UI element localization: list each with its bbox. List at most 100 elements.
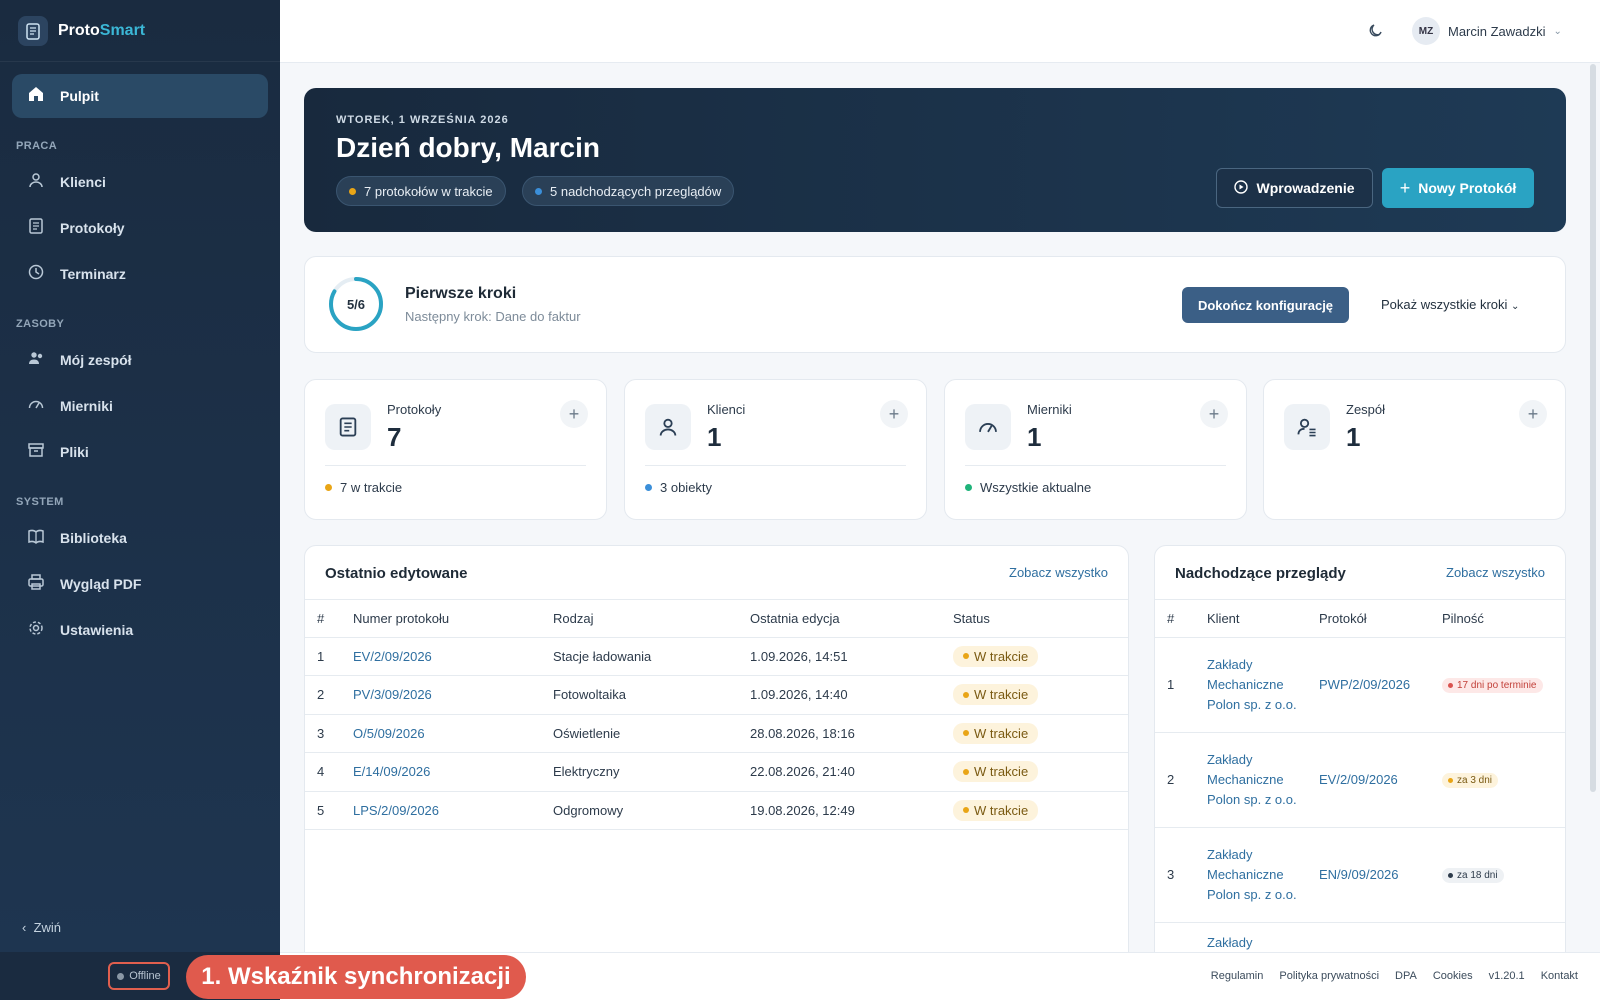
last-edit: 1.09.2026, 14:40 [738, 675, 941, 715]
footer-link-regulamin[interactable]: Regulamin [1211, 970, 1264, 982]
sidebar-item-label: Wygląd PDF [60, 576, 142, 592]
footer-link-cookies[interactable]: Cookies [1433, 970, 1473, 982]
table-row[interactable]: 4 E/14/09/2026 Elektryczny 22.08.2026, 2… [305, 752, 1128, 792]
first-steps-card: 5/6 Pierwsze kroki Następny krok: Dane d… [304, 256, 1566, 353]
see-all-link[interactable]: Zobacz wszystko [1446, 565, 1545, 580]
add-protocol-button[interactable]: + [560, 400, 588, 428]
table-row[interactable]: 5 LPS/2/09/2026 Odgromowy 19.08.2026, 12… [305, 791, 1128, 830]
stat-value: 1 [1346, 422, 1361, 452]
status-dot [963, 730, 969, 737]
column-header[interactable]: Protokół [1307, 600, 1430, 638]
column-header[interactable]: # [1155, 600, 1195, 638]
sidebar-item-klienci[interactable]: Klienci [12, 160, 268, 204]
table-row[interactable]: 3 Zakłady Mechaniczne Polon sp. z o.o. E… [1155, 827, 1565, 923]
column-header[interactable]: Numer protokołu [341, 600, 541, 638]
intro-button[interactable]: Wprowadzenie [1216, 168, 1373, 208]
last-edit: 22.08.2026, 21:40 [738, 752, 941, 792]
see-all-link[interactable]: Zobacz wszystko [1009, 565, 1108, 580]
add-team-member-button[interactable]: + [1519, 400, 1547, 428]
protocol-link[interactable]: EV/2/09/2026 [353, 649, 432, 664]
stat-label: Zespół [1346, 402, 1386, 417]
finish-setup-button[interactable]: Dokończ konfigurację [1182, 287, 1349, 323]
sidebar-item-pliki[interactable]: Pliki [12, 430, 268, 474]
play-circle-icon [1234, 179, 1249, 197]
team-list-icon [1284, 404, 1330, 450]
home-icon [26, 85, 46, 108]
table-row[interactable]: 2 Zakłady Mechaniczne Polon sp. z o.o. E… [1155, 732, 1565, 828]
table-row[interactable]: 1 Zakłady Mechaniczne Polon sp. z o.o. P… [1155, 637, 1565, 733]
protocol-link[interactable]: EV/2/09/2026 [1319, 772, 1398, 787]
sidebar-item-biblioteka[interactable]: Biblioteka [12, 516, 268, 560]
protocol-link[interactable]: O/5/09/2026 [353, 726, 425, 741]
nav-section-praca: PRACA [16, 140, 58, 152]
column-header[interactable]: Ostatnia edycja [738, 600, 941, 638]
protocol-link[interactable]: EN/9/09/2026 [1319, 867, 1399, 882]
show-all-steps-toggle[interactable]: Pokaż wszystkie kroki ⌄ [1381, 297, 1519, 312]
user-menu[interactable]: MZ Marcin Zawadzki ⌄ [1412, 17, 1562, 45]
column-header[interactable]: Rodzaj [541, 600, 738, 638]
protocol-link[interactable]: PV/3/09/2026 [353, 687, 432, 702]
table-row[interactable]: 1 EV/2/09/2026 Stacje ładowania 1.09.202… [305, 637, 1128, 676]
sidebar-item-pulpit[interactable]: Pulpit [12, 74, 268, 118]
table-row[interactable]: 2 PV/3/09/2026 Fotowoltaika 1.09.2026, 1… [305, 675, 1128, 715]
row-number: 3 [1155, 827, 1195, 923]
column-header[interactable]: Status [941, 600, 1128, 638]
protocol-link[interactable]: PWP/2/09/2026 [1319, 677, 1410, 692]
sidebar-item-ustawienia[interactable]: Ustawienia [12, 608, 268, 652]
status-badge: W trakcie [953, 799, 1039, 821]
status-dot [963, 807, 969, 814]
footer-link-contact[interactable]: Kontakt [1541, 970, 1578, 982]
recent-table: # Numer protokołu Rodzaj Ostatnia edycja… [305, 600, 1128, 830]
sidebar-item-wyglad-pdf[interactable]: Wygląd PDF [12, 562, 268, 606]
chip-in-progress[interactable]: 7 protokołów w trakcie [336, 176, 506, 206]
upcoming-table: # Klient Protokół Pilność 1 Zakłady Mech… [1155, 600, 1565, 964]
urgency-badge: za 18 dni [1442, 868, 1504, 883]
sidebar-item-moj-zespol[interactable]: Mój zespół [12, 338, 268, 382]
status-dot [117, 972, 125, 980]
theme-toggle-moon-icon[interactable] [1368, 22, 1384, 42]
status-badge: W trakcie [953, 645, 1039, 667]
logo-icon [18, 15, 48, 46]
sidebar-item-label: Pulpit [60, 88, 99, 104]
divider [965, 465, 1226, 466]
status-dot [349, 187, 356, 195]
show-all-label: Pokaż wszystkie kroki [1381, 297, 1508, 312]
row-number: 1 [305, 637, 341, 676]
client-link[interactable]: Zakłady Mechaniczne Polon sp. z o.o. [1207, 845, 1307, 905]
client-link[interactable]: Zakłady [1207, 933, 1307, 953]
column-header[interactable]: Klient [1195, 600, 1307, 638]
urgency-badge: za 3 dni [1442, 773, 1499, 788]
add-client-button[interactable]: + [880, 400, 908, 428]
stat-footer: 3 obiekty [645, 480, 712, 495]
chip-label: 7 protokołów w trakcie [364, 183, 493, 199]
footer-link-dpa[interactable]: DPA [1395, 970, 1417, 982]
urgency-badge: 17 dni po terminie [1442, 678, 1543, 693]
table-row[interactable]: 3 O/5/09/2026 Oświetlenie 28.08.2026, 18… [305, 714, 1128, 753]
protocol-link[interactable]: LPS/2/09/2026 [353, 803, 439, 818]
chip-upcoming[interactable]: 5 nadchodzących przeglądów [522, 176, 735, 206]
column-header[interactable]: Pilność [1430, 600, 1565, 638]
stat-card-klienci: Klienci 1 + 3 obiekty [624, 379, 927, 520]
welcome-banner: WTOREK, 1 WRZEŚNIA 2026 Dzień dobry, Mar… [304, 88, 1566, 232]
first-steps-title: Pierwsze kroki [405, 285, 517, 302]
client-link[interactable]: Zakłady Mechaniczne Polon sp. z o.o. [1207, 750, 1307, 810]
user-icon [26, 171, 46, 194]
column-header[interactable]: # [305, 600, 341, 638]
stat-footer: Wszystkie aktualne [965, 480, 1091, 495]
current-date: WTOREK, 1 WRZEŚNIA 2026 [336, 114, 509, 126]
add-meter-button[interactable]: + [1200, 400, 1228, 428]
new-protocol-button[interactable]: + Nowy Protokół [1382, 168, 1534, 208]
stat-label: Klienci [707, 402, 746, 417]
sidebar-item-mierniki[interactable]: Mierniki [12, 384, 268, 428]
page-scrollbar[interactable] [1590, 64, 1596, 792]
status-badge: W trakcie [953, 761, 1039, 783]
sidebar-collapse-button[interactable]: ‹ Zwiń [22, 920, 61, 935]
sync-status-indicator[interactable]: Offline [108, 962, 170, 990]
sidebar-item-protokoly[interactable]: Protokoły [12, 206, 268, 250]
client-link[interactable]: Zakłady Mechaniczne Polon sp. z o.o. [1207, 655, 1307, 715]
protocol-link[interactable]: E/14/09/2026 [353, 764, 430, 779]
footer-link-privacy[interactable]: Polityka prywatności [1279, 970, 1379, 982]
brand[interactable]: ProtoSmart [0, 0, 280, 62]
sidebar-item-terminarz[interactable]: Terminarz [12, 252, 268, 296]
status-dot [1448, 873, 1453, 878]
